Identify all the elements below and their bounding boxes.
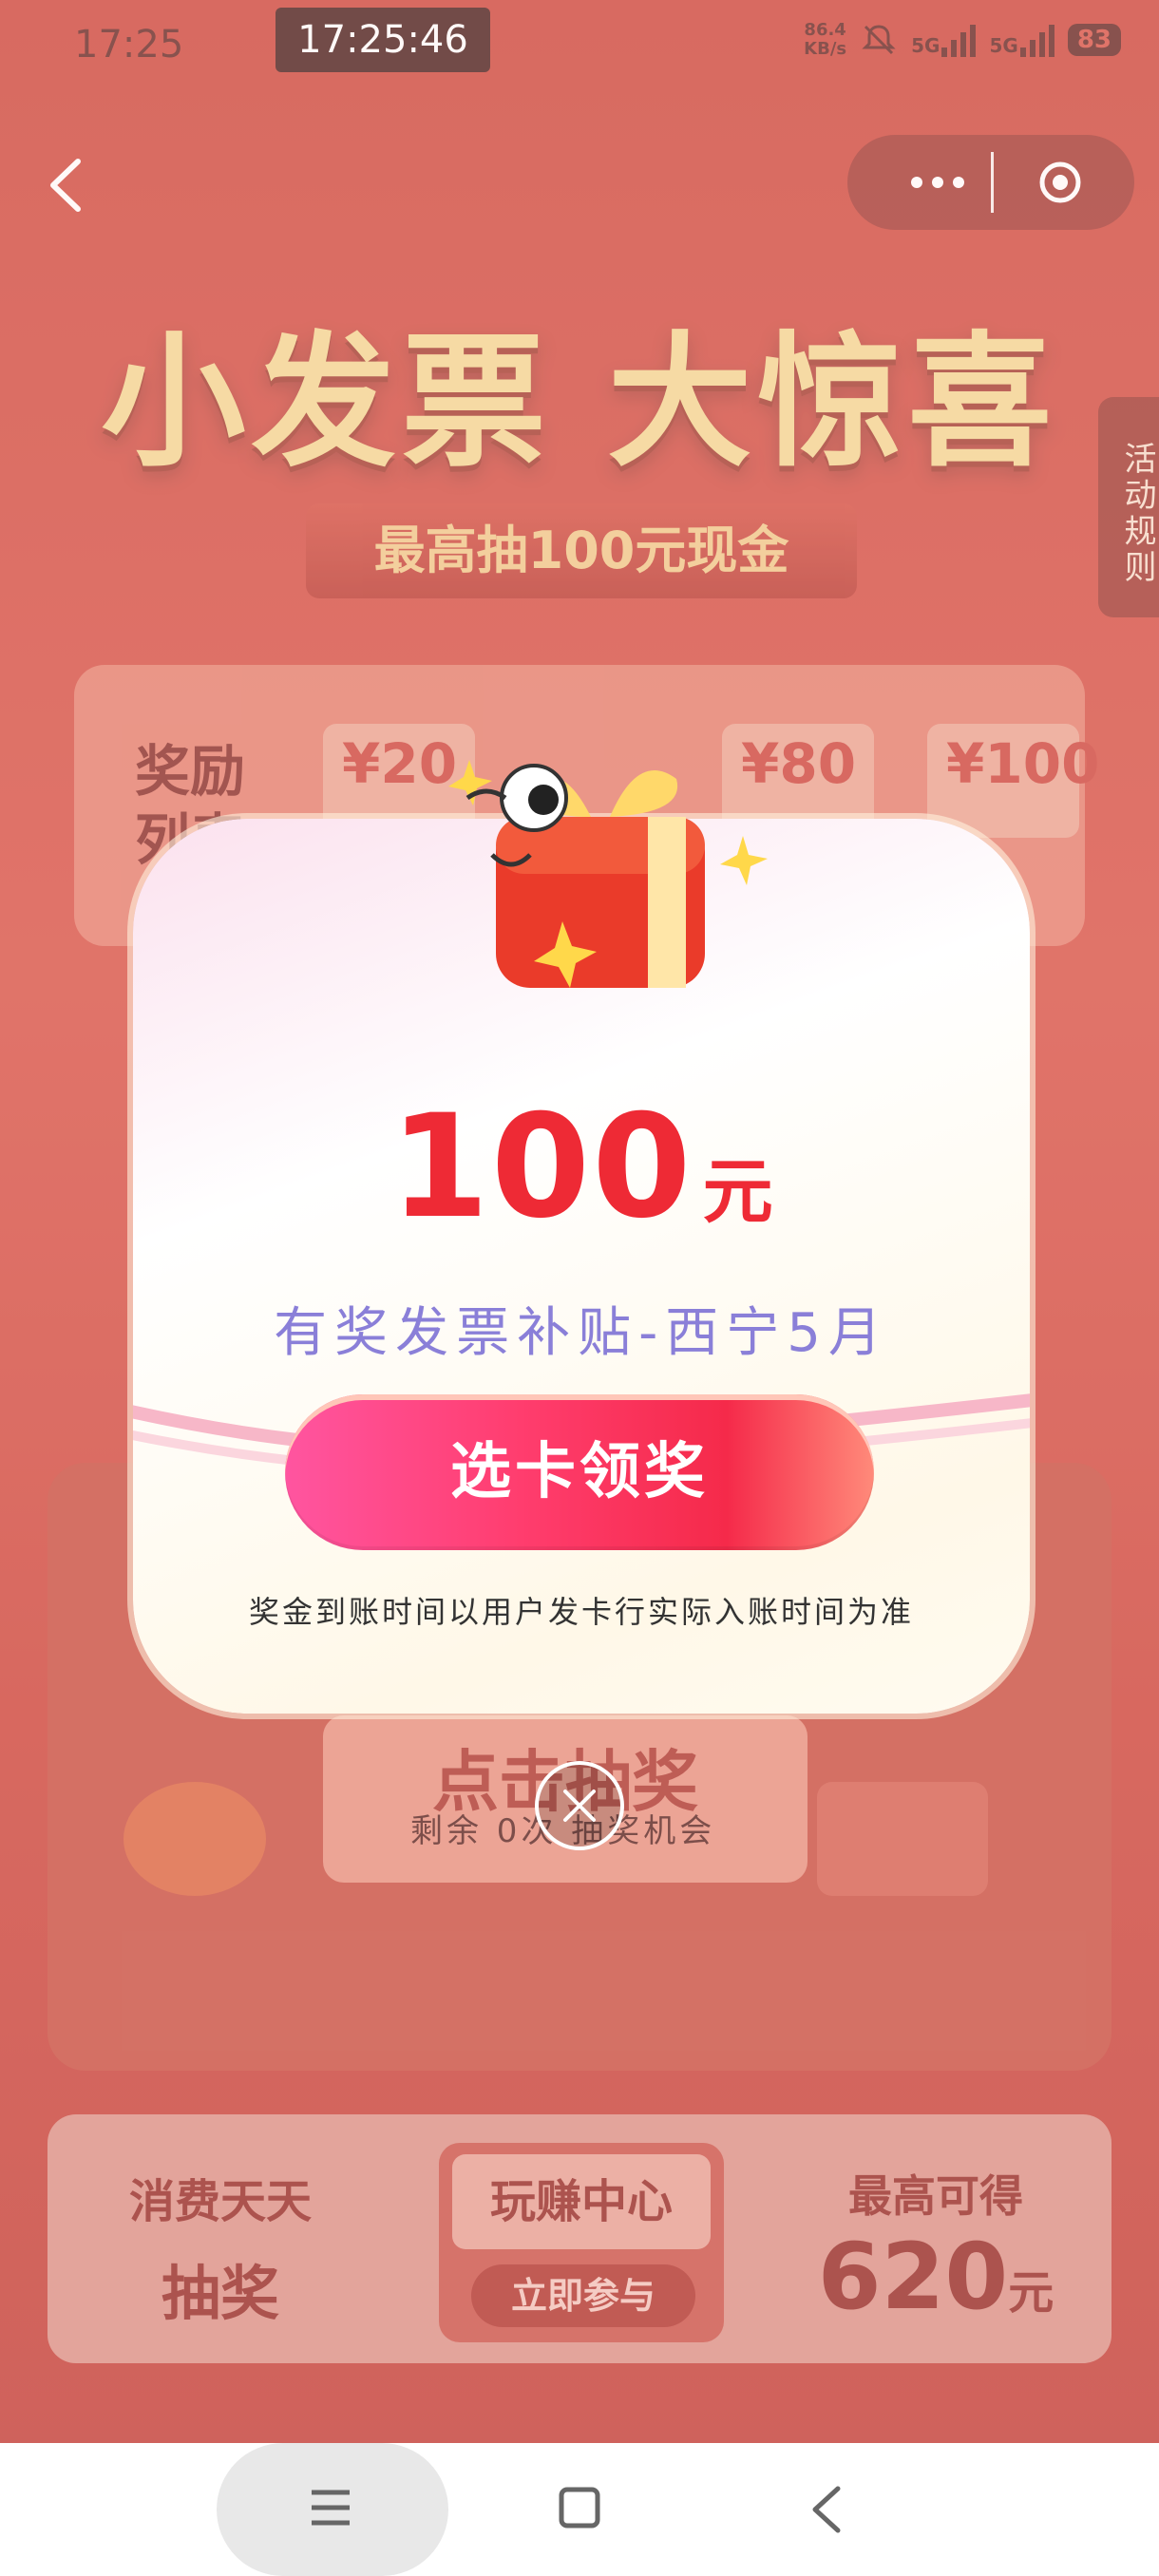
home-icon[interactable] <box>559 2485 600 2530</box>
claim-button[interactable]: 选卡领奖 <box>285 1394 874 1550</box>
prize-amount-value: 100 <box>390 1085 694 1250</box>
prize-amount: 100 元 <box>133 1085 1030 1250</box>
back-icon[interactable] <box>808 2485 846 2534</box>
payout-notice: 奖金到账时间以用户发卡行实际入账时间为准 <box>248 1594 914 1630</box>
lottery-page: 17:25 17:25:46 86.4 KB/s 5G 5G 83 活动规则 小… <box>0 0 1159 2443</box>
prize-amount-unit: 元 <box>702 1151 773 1233</box>
subsidy-name: 有奖发票补贴-西宁5月 <box>274 1302 889 1364</box>
gift-mascot-icon <box>448 760 768 988</box>
menu-icon <box>312 2490 350 2526</box>
recent-apps-button[interactable] <box>217 2443 448 2576</box>
system-nav-bar <box>0 2443 1159 2576</box>
close-modal-icon[interactable] <box>533 1759 626 1852</box>
